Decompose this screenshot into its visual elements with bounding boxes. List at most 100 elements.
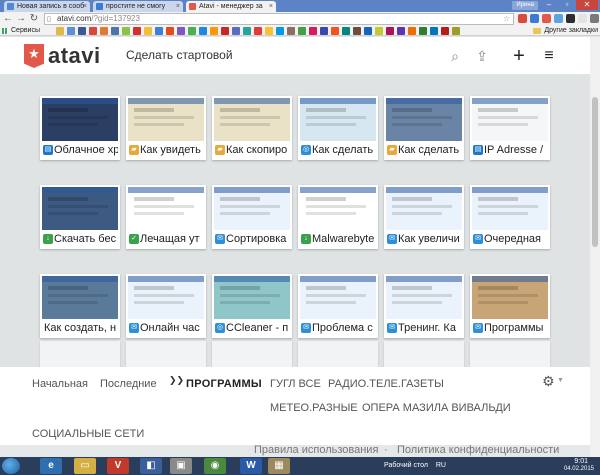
taskbar-app-icon[interactable]: ▦ <box>268 458 290 474</box>
bookmark-tile[interactable]: ▰ Как увидеть <box>126 96 206 160</box>
desktop-toolbar-label[interactable]: Рабочий стол <box>384 462 428 469</box>
extension-icon[interactable] <box>578 14 587 23</box>
bookmark-icon[interactable] <box>265 27 273 35</box>
bookmark-icon[interactable] <box>342 27 350 35</box>
maximize-icon[interactable]: ▫ <box>558 0 576 10</box>
bookmark-tile[interactable]: ▰ Как скопиро <box>212 96 292 160</box>
page-info-icon[interactable]: ▯ <box>47 15 51 25</box>
scroll-thumb[interactable] <box>592 97 598 247</box>
tab-opera[interactable]: ОПЕРА МАЗИЛА ВИВАЛЬДИ <box>362 402 511 414</box>
tab-programs[interactable]: ПРОГРАММЫ <box>186 378 262 390</box>
taskbar-app-icon[interactable]: ▣ <box>170 458 192 474</box>
window-user-badge[interactable]: Ирина <box>512 1 538 10</box>
windows-start-icon[interactable] <box>2 458 20 474</box>
terms-link[interactable]: Правила использования <box>254 444 378 456</box>
tab-recent[interactable]: Последние <box>100 378 157 390</box>
forward-icon[interactable]: → <box>15 13 27 25</box>
bookmark-icon[interactable] <box>67 27 75 35</box>
bookmark-icon[interactable] <box>309 27 317 35</box>
bookmark-icon[interactable] <box>430 27 438 35</box>
atavi-logo[interactable]: ★ atavi <box>24 43 101 68</box>
language-indicator[interactable]: RU <box>436 462 446 469</box>
bookmark-icon[interactable] <box>353 27 361 35</box>
gear-icon[interactable]: ⚙ <box>542 373 555 390</box>
bookmark-icon[interactable] <box>155 27 163 35</box>
menu-icon[interactable] <box>590 14 599 23</box>
bookmark-tile[interactable]: ✉ Тренинг. Ка <box>384 274 464 338</box>
bookmark-tile[interactable]: ↓ Malwarebyte <box>298 185 378 249</box>
bookmark-icon[interactable] <box>375 27 383 35</box>
bookmark-tile[interactable]: ↓ Скачать бес <box>40 185 120 249</box>
explorer-icon[interactable]: e <box>40 458 62 474</box>
bookmark-icon[interactable] <box>89 27 97 35</box>
bookmark-tile[interactable]: Как создать, н <box>40 274 120 338</box>
bookmark-tile[interactable]: ✉ Онлайн час <box>126 274 206 338</box>
hamburger-menu-icon[interactable]: ≡ <box>540 47 558 65</box>
close-window-icon[interactable]: ✕ <box>576 0 598 10</box>
back-icon[interactable]: ← <box>2 13 14 25</box>
tab-google[interactable]: ГУГЛ ВСЕ <box>270 378 321 390</box>
extension-icon[interactable] <box>542 14 551 23</box>
vivaldi-icon[interactable]: V <box>107 458 129 474</box>
reload-icon[interactable]: ↻ <box>28 13 40 25</box>
word-icon[interactable]: W <box>240 458 262 474</box>
bookmark-icon[interactable] <box>419 27 427 35</box>
caret-down-icon[interactable]: ▼ <box>557 377 564 384</box>
bookmark-icon[interactable] <box>243 27 251 35</box>
bookmark-tile[interactable]: ▤Облачное хра <box>40 96 120 160</box>
bookmark-icon[interactable] <box>320 27 328 35</box>
bookmark-icon[interactable] <box>122 27 130 35</box>
bookmark-tile[interactable]: ✉ Очередная <box>470 185 550 249</box>
bookmark-icon[interactable] <box>166 27 174 35</box>
bookmark-icon[interactable] <box>210 27 218 35</box>
bookmark-tile[interactable]: ◎ Как сделать <box>298 96 378 160</box>
bookmark-tile[interactable]: ◎ CCleaner - п <box>212 274 292 338</box>
tab-social[interactable]: СОЦИАЛЬНЫЕ СЕТИ <box>32 428 144 440</box>
bookmark-icon[interactable] <box>177 27 185 35</box>
bookmark-icon[interactable] <box>232 27 240 35</box>
add-bookmark-icon[interactable]: + <box>510 46 528 66</box>
bookmark-icon[interactable] <box>298 27 306 35</box>
chrome-icon[interactable]: ◉ <box>204 458 226 474</box>
bookmark-icon[interactable] <box>56 27 64 35</box>
tab-radio[interactable]: РАДИО.ТЕЛЕ.ГАЗЕТЫ <box>328 378 444 390</box>
bookmark-icon[interactable] <box>276 27 284 35</box>
make-start-page-link[interactable]: Сделать стартовой <box>126 48 233 62</box>
bookmark-icon[interactable] <box>397 27 405 35</box>
bookmark-icon[interactable] <box>254 27 262 35</box>
bookmark-icon[interactable] <box>78 27 86 35</box>
extension-icon[interactable] <box>518 14 527 23</box>
clock-date[interactable]: 04.02.2015 <box>564 466 594 472</box>
tab-0[interactable]: Новая запись в сооб × <box>4 1 90 12</box>
bookmark-icon[interactable] <box>188 27 196 35</box>
chevron-down-icon[interactable]: ❯❯ <box>169 375 184 386</box>
bookmark-tile[interactable]: ✉ Программы <box>470 274 550 338</box>
clock-time[interactable]: 9:01 <box>574 458 588 465</box>
bookmark-tile[interactable]: ▰ Как сделать <box>384 96 464 160</box>
extension-icon[interactable] <box>566 14 575 23</box>
other-bookmarks-folder[interactable]: Другие закладки <box>533 26 598 36</box>
bookmark-icon[interactable] <box>441 27 449 35</box>
search-icon[interactable]: ⌕ <box>446 47 464 65</box>
extension-icon[interactable] <box>530 14 539 23</box>
tab-home[interactable]: Начальная <box>32 378 88 390</box>
bookmark-tile[interactable]: ▤ IP Adresse / <box>470 96 550 160</box>
tab-2[interactable]: Atavi - менеджер за × <box>186 1 276 12</box>
bookmark-icon[interactable] <box>100 27 108 35</box>
bookmark-icon[interactable] <box>386 27 394 35</box>
bookmark-icon[interactable] <box>364 27 372 35</box>
bookmark-icon[interactable] <box>199 27 207 35</box>
bookmark-icon[interactable] <box>452 27 460 35</box>
bookmark-icon[interactable] <box>133 27 141 35</box>
scrollbar[interactable] <box>590 37 600 457</box>
bookmark-tile[interactable]: ✉ Сортировка <box>212 185 292 249</box>
bookmark-icon[interactable] <box>408 27 416 35</box>
bookmark-tile[interactable]: ✉ Проблема с <box>298 274 378 338</box>
folder-icon[interactable]: ▭ <box>74 458 96 474</box>
share-icon[interactable]: ⇪ <box>473 47 491 65</box>
address-bar[interactable]: ▯ atavi.com/?gid=137923 ☆ <box>44 13 514 25</box>
bookmark-icon[interactable] <box>111 27 119 35</box>
bookmark-icon[interactable] <box>287 27 295 35</box>
minimize-icon[interactable]: – <box>540 0 558 10</box>
bookmark-icon[interactable] <box>221 27 229 35</box>
